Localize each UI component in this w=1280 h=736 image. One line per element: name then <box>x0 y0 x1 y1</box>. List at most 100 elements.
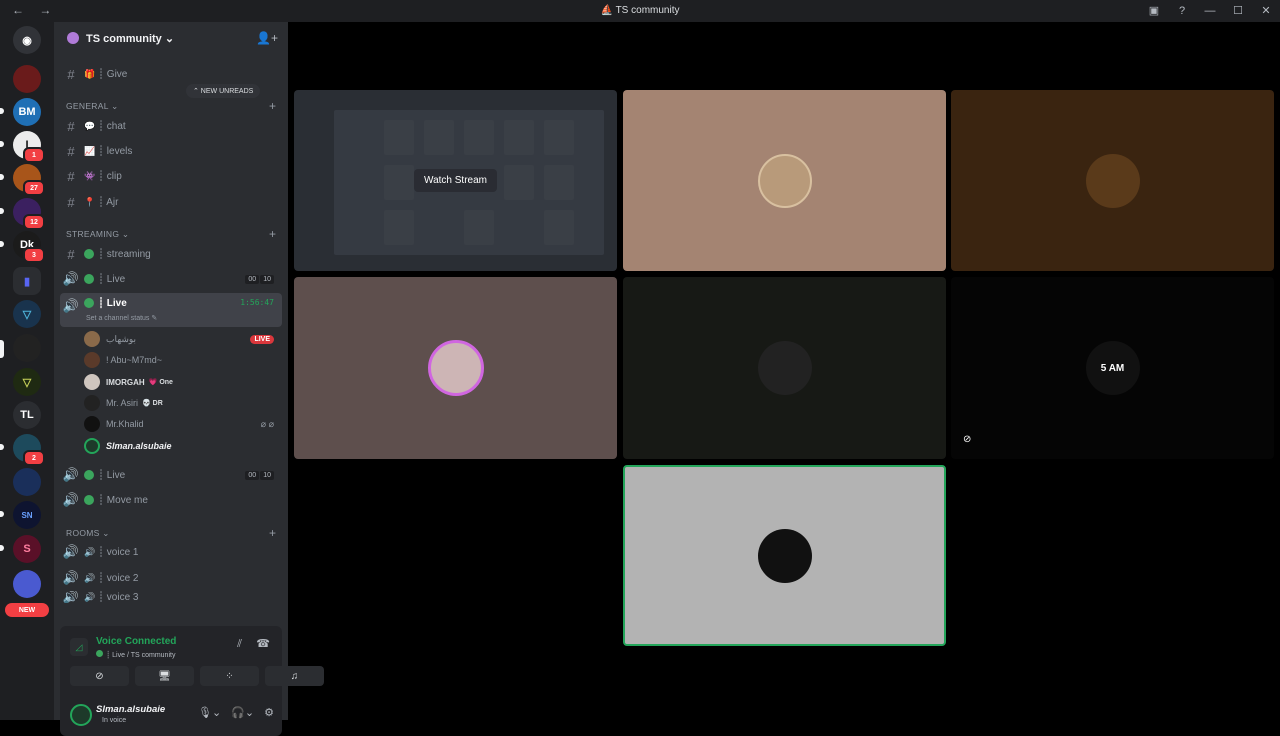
channel-label: ┊ Give <box>98 68 128 80</box>
server-icon[interactable]: I1 <box>13 131 45 163</box>
voice-user[interactable]: Mr. Asiri 💀 DR <box>84 393 280 413</box>
user-name: IMORGAH <box>106 377 145 387</box>
status-dot-icon <box>84 298 94 308</box>
maximize-button[interactable]: ☐ <box>1224 0 1252 22</box>
channel-chat[interactable]: # 💬 ┊ chat <box>60 114 282 138</box>
voice-channel-voice-3[interactable]: 🔊 🔊 ┊ voice 3 <box>60 591 282 603</box>
clock-avatar: 5 AM <box>1085 341 1140 395</box>
category-rooms[interactable]: ROOMS ⌄ <box>66 528 110 539</box>
hash-icon: # <box>67 66 75 82</box>
participant-tile[interactable] <box>623 277 946 459</box>
participant-tile[interactable]: 5 AM ⊘ <box>951 277 1274 459</box>
avatar <box>757 153 812 208</box>
mention-badge: 27 <box>23 180 45 196</box>
server-icon[interactable] <box>13 334 41 362</box>
screen-share-button[interactable]: 🖥 <box>135 666 194 686</box>
voice-user[interactable]: بوشهاب LIVE <box>84 329 280 349</box>
user-tag: 💀 DR <box>142 400 163 407</box>
disconnect-icon[interactable]: ☎ <box>256 637 270 650</box>
voice-user[interactable]: IMORGAH 💗 One <box>84 372 280 392</box>
participant-tile[interactable] <box>294 277 617 459</box>
new-unreads-button[interactable]: ⌃ NEW UNREADS <box>186 84 261 98</box>
channel-label: ┊ Live <box>98 469 126 481</box>
channel-streaming[interactable]: # ┊ streaming <box>60 242 282 266</box>
signal-icon[interactable]: ◿ <box>70 638 88 656</box>
folder-glyph: ▮ <box>23 275 31 288</box>
user-limit: 00 10 <box>245 274 274 284</box>
server-icon[interactable]: 27 <box>13 164 45 196</box>
home-button[interactable]: ◉ <box>13 26 41 54</box>
server-icon[interactable] <box>13 65 41 93</box>
watch-stream-button[interactable]: Watch Stream <box>414 169 497 192</box>
add-channel-icon[interactable]: + <box>269 526 276 540</box>
current-user-name[interactable]: Slman.alsubaie <box>96 704 165 715</box>
stream-tile[interactable]: Watch Stream <box>294 90 617 271</box>
participant-tile-self[interactable] <box>623 465 946 646</box>
activities-button[interactable]: ⁘ <box>200 666 259 686</box>
activities-icon: ⁘ <box>225 670 234 682</box>
voice-user[interactable]: ! Abu~M7md~ <box>84 350 280 370</box>
channel-levels[interactable]: # 📈 ┊ levels <box>60 139 282 163</box>
channel-sidebar: TS community ⌄ 👤+ # 🎁 ┊ Give ⌃ NEW UNREA… <box>54 22 324 736</box>
server-header[interactable]: TS community ⌄ 👤+ <box>54 22 288 56</box>
server-icon[interactable]: TL <box>13 401 41 429</box>
category-general[interactable]: GENERAL ⌄ <box>66 101 119 112</box>
server-icon[interactable]: ▽ <box>13 368 41 396</box>
noise-suppression-icon[interactable]: ⫽ <box>237 638 242 651</box>
participant-tile[interactable] <box>951 90 1274 271</box>
voice-connected-label[interactable]: Voice Connected <box>96 636 176 647</box>
voice-channel-path[interactable]: ┊ Live / TS community <box>96 650 175 659</box>
voice-channel-voice-2[interactable]: 🔊 🔊 ┊ voice 2 <box>60 566 282 590</box>
channel-clip[interactable]: # 👾 ┊ clip <box>60 164 282 188</box>
voice-channel-live-active[interactable]: 🔊 ┊ Live 1:56:47 Set a channel status ✎ <box>60 293 282 327</box>
voice-channel-live-2[interactable]: 🔊 ┊ Live 00 10 <box>60 463 282 487</box>
channel-ajr[interactable]: # 📍 ┊ Ajr <box>60 190 282 214</box>
add-channel-icon[interactable]: + <box>269 99 276 113</box>
hash-icon: # <box>67 246 75 262</box>
participant-tile[interactable] <box>623 90 946 271</box>
user-name: بوشهاب <box>106 333 137 344</box>
voice-channel-voice-1[interactable]: 🔊 🔊 ┊ voice 1 <box>60 540 282 564</box>
server-icon[interactable]: 12 <box>13 198 45 230</box>
settings-icon[interactable]: ⚙ <box>264 706 274 719</box>
server-initials: TL <box>20 409 34 421</box>
voice-channel-move-me[interactable]: 🔊 ┊ Move me <box>60 488 282 512</box>
avatar[interactable] <box>70 704 92 726</box>
folder-icon[interactable]: ▮ <box>13 267 41 295</box>
microphone-icon[interactable]: 🎙⌄ <box>198 706 221 719</box>
camera-button[interactable]: ⊘ <box>70 666 129 686</box>
voice-user[interactable]: Slman.alsubaie <box>84 436 280 456</box>
user-max: 10 <box>260 274 274 284</box>
hash-icon: # <box>67 194 75 210</box>
close-button[interactable]: ✕ <box>1252 0 1280 22</box>
channel-status[interactable]: Set a channel status ✎ <box>86 314 157 322</box>
channel-label: ┊ Live <box>98 273 126 285</box>
speech-icon: 💬 <box>84 120 96 131</box>
title-bar: ← → ⛵ TS community ▣ ? — ☐ ✕ <box>0 0 1280 22</box>
server-icon[interactable] <box>13 570 41 598</box>
minimize-button[interactable]: — <box>1196 0 1224 22</box>
voice-channel-live[interactable]: 🔊 ┊ Live 00 10 <box>60 267 282 291</box>
add-member-icon[interactable]: 👤+ <box>256 31 278 45</box>
channel-give[interactable]: # 🎁 ┊ Give <box>60 62 282 86</box>
server-icon[interactable] <box>13 468 41 496</box>
server-icon[interactable]: Dk 3 <box>13 231 45 263</box>
help-icon[interactable]: ? <box>1168 0 1196 22</box>
server-icon[interactable]: ▽ <box>13 300 41 328</box>
channel-label: ┊ Move me <box>98 494 148 506</box>
speaker-emoji-icon: 🔊 <box>84 546 96 557</box>
avatar <box>427 340 484 396</box>
server-icon[interactable]: 2 <box>13 434 45 466</box>
server-icon[interactable]: SN <box>13 501 41 529</box>
new-unreads-pill[interactable]: NEW <box>5 603 49 617</box>
user-name: ! Abu~M7md~ <box>106 355 163 365</box>
category-streaming[interactable]: STREAMING ⌄ <box>66 229 129 240</box>
voice-user[interactable]: Mr.Khalid ⌀ ⌀ <box>84 414 280 434</box>
server-icon[interactable]: BM <box>13 98 41 126</box>
add-channel-icon[interactable]: + <box>269 227 276 241</box>
soundboard-button[interactable]: ♫ <box>265 666 324 686</box>
headphones-icon[interactable]: 🎧⌄ <box>231 706 254 719</box>
mention-badge: 1 <box>23 147 45 163</box>
server-icon[interactable]: S <box>13 535 41 563</box>
inbox-icon[interactable]: ▣ <box>1140 0 1168 22</box>
